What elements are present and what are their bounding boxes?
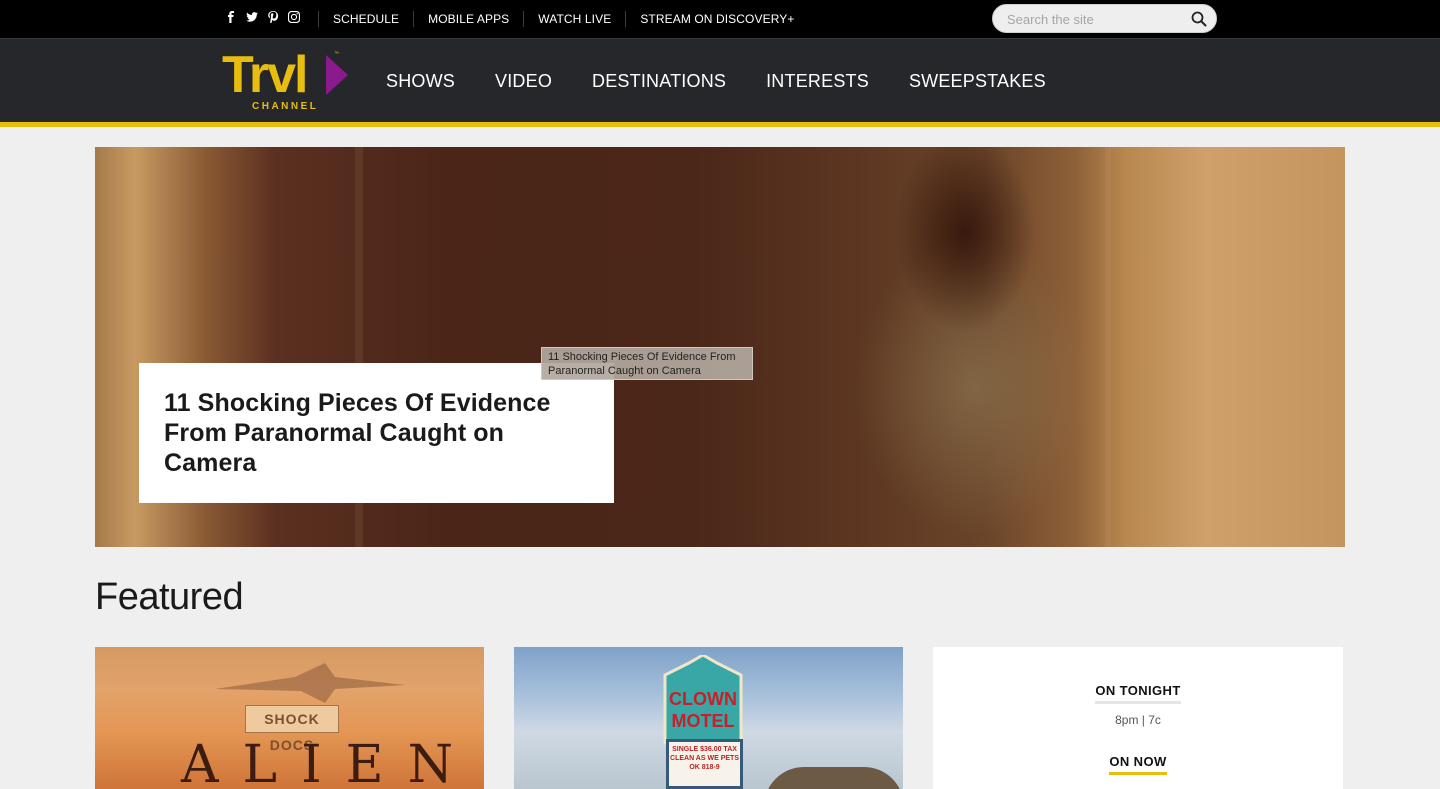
alien-title-art: ALIEN: [181, 735, 478, 789]
facebook-icon[interactable]: [224, 10, 237, 24]
featured-card-alien[interactable]: SHOCK DOCS ALIEN: [95, 647, 484, 789]
svg-text:CLOWN: CLOWN: [669, 689, 737, 709]
hero-title[interactable]: 11 Shocking Pieces Of Evidence From Para…: [164, 388, 589, 478]
schedule-link[interactable]: SCHEDULE: [318, 11, 413, 27]
hero-tooltip: 11 Shocking Pieces Of Evidence From Para…: [541, 347, 753, 380]
schedule-time: 8pm | 7c: [1115, 713, 1161, 727]
top-utility-bar: SCHEDULE MOBILE APPS WATCH LIVE STREAM O…: [0, 0, 1440, 38]
logo-wordmark: Trvl: [222, 46, 308, 104]
hero-caption-card[interactable]: 11 Shocking Pieces Of Evidence From Para…: [139, 363, 614, 503]
travel-channel-logo[interactable]: Trvl ™ CHANNEL: [222, 47, 352, 115]
featured-card-clown-motel[interactable]: CLOWN MOTEL SINGLE $36.00 TAX CLEAN AS W…: [514, 647, 903, 789]
nav-sweepstakes[interactable]: SWEEPSTAKES: [889, 71, 1066, 92]
utility-nav: SCHEDULE MOBILE APPS WATCH LIVE STREAM O…: [318, 0, 808, 38]
svg-text:MOTEL: MOTEL: [672, 711, 735, 731]
spaceship-illustration: [215, 663, 405, 703]
nav-interests[interactable]: INTERESTS: [746, 71, 889, 92]
instagram-icon[interactable]: [287, 10, 300, 24]
watch-live-link[interactable]: WATCH LIVE: [523, 11, 625, 27]
mobile-apps-link[interactable]: MOBILE APPS: [413, 11, 523, 27]
logo-subtext: CHANNEL: [252, 101, 319, 112]
nav-shows[interactable]: SHOWS: [366, 71, 475, 92]
schedule-widget: ON TONIGHT 8pm | 7c ON NOW: [933, 647, 1343, 789]
hill-shape: [764, 767, 903, 789]
motel-marquee: SINGLE $36.00 TAX CLEAN AS WE PETS OK 81…: [666, 739, 743, 789]
clown-motel-sign: CLOWN MOTEL: [663, 655, 743, 745]
featured-heading: Featured: [95, 576, 244, 618]
site-search: [992, 4, 1217, 33]
hero-image-streak: [1105, 147, 1111, 547]
nav-video[interactable]: VIDEO: [475, 71, 572, 92]
logo-trademark: ™: [334, 51, 339, 57]
nav-destinations[interactable]: DESTINATIONS: [572, 71, 746, 92]
on-now-label[interactable]: ON NOW: [1109, 754, 1167, 775]
logo-play-icon: [326, 55, 348, 95]
search-input[interactable]: [1007, 11, 1177, 27]
search-icon[interactable]: [1191, 11, 1207, 27]
on-tonight-label[interactable]: ON TONIGHT: [1095, 683, 1181, 704]
main-nav-bar: Trvl ™ CHANNEL SHOWS VIDEO DESTINATIONS …: [0, 38, 1440, 122]
nav-accent-bar: [0, 122, 1440, 127]
twitter-icon[interactable]: [245, 10, 258, 24]
social-links: [224, 10, 300, 24]
stream-on-discovery-link[interactable]: STREAM ON DISCOVERY+: [625, 11, 808, 27]
primary-nav: SHOWS VIDEO DESTINATIONS INTERESTS SWEEP…: [366, 39, 1066, 123]
pinterest-icon[interactable]: [266, 10, 279, 24]
shock-docs-badge: SHOCK DOCS: [245, 705, 339, 753]
hero-banner[interactable]: 11 Shocking Pieces Of Evidence From Para…: [95, 147, 1345, 547]
